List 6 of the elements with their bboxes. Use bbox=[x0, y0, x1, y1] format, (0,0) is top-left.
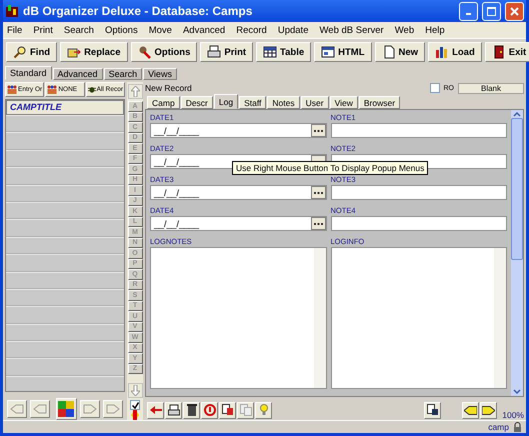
window-title: dB Organizer Deluxe - Database: Camps bbox=[23, 4, 254, 18]
user-name: camp bbox=[488, 422, 509, 432]
tooltip: Use Right Mouse Button To Display Popup Menus bbox=[232, 161, 428, 175]
record-label: New Record bbox=[145, 83, 193, 93]
zoom-level: 100% bbox=[502, 410, 524, 420]
column-header: CAMPTITLE bbox=[6, 100, 124, 115]
